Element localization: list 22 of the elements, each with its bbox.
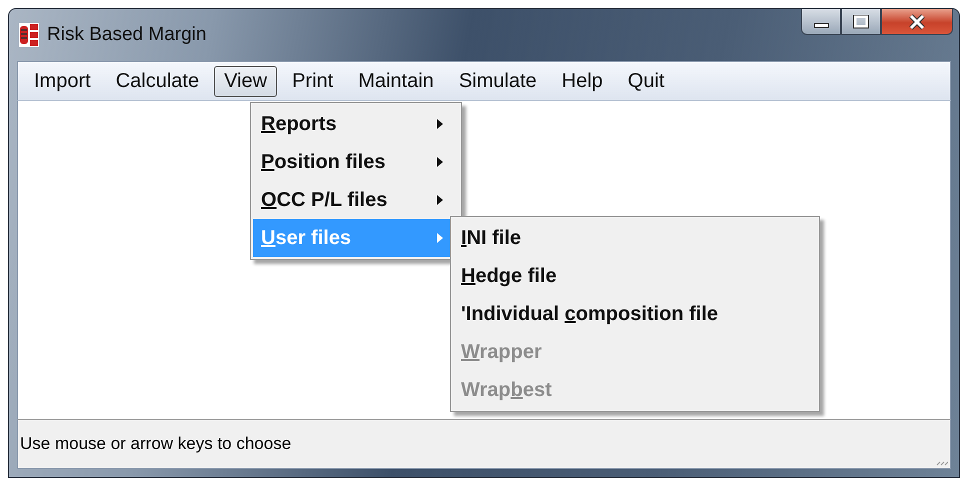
menu-item[interactable]: 'Individual composition file (453, 295, 817, 333)
menu-item[interactable]: Reports (253, 105, 459, 143)
menu-item[interactable]: Import (24, 66, 101, 96)
menu-item[interactable]: Quit (618, 66, 674, 96)
menu-item[interactable]: OCC P/L files (253, 181, 459, 219)
menu-item[interactable]: Position files (253, 143, 459, 181)
menu-item[interactable]: Print (282, 66, 344, 96)
window-title: Risk Based Margin (47, 24, 206, 46)
close-button[interactable] (881, 9, 953, 35)
status-text: Use mouse or arrow keys to choose (19, 434, 292, 454)
menu-item[interactable]: Hedge file (453, 257, 817, 295)
maximize-button[interactable] (841, 9, 881, 35)
minimize-icon (814, 23, 828, 28)
menu-item[interactable]: Maintain (348, 66, 444, 96)
menu-item[interactable]: View (214, 66, 278, 96)
app-logo-icon (19, 23, 39, 47)
maximize-icon (851, 14, 871, 28)
menu-item[interactable]: Help (552, 66, 613, 96)
close-icon (907, 14, 927, 30)
menu-item[interactable]: Calculate (106, 66, 210, 96)
menu-item[interactable]: Simulate (448, 66, 547, 96)
minimize-button[interactable] (801, 9, 841, 35)
